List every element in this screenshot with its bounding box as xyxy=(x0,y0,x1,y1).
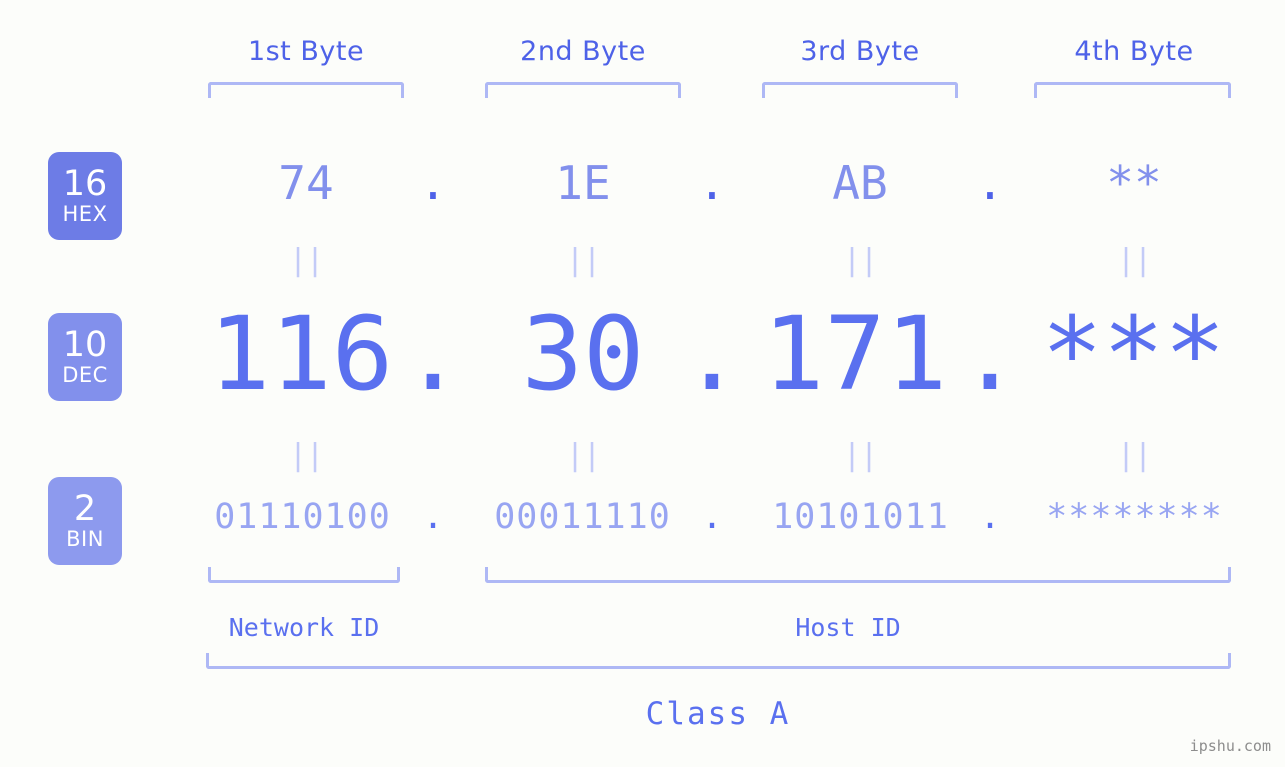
bin-byte-1: 01110100 xyxy=(214,497,391,537)
base-badge-dec-number: 10 xyxy=(62,325,108,365)
class-bracket xyxy=(206,653,1231,669)
host-id-bracket xyxy=(485,567,1231,583)
base-badge-bin-label: BIN xyxy=(66,527,104,551)
bin-separator-1: . xyxy=(422,497,444,537)
equality-mark-hex-dec-1: || xyxy=(288,243,324,278)
hex-byte-3: AB xyxy=(832,156,888,210)
base-badge-hex: 16 HEX xyxy=(48,152,122,240)
hex-byte-2: 1E xyxy=(555,156,611,210)
bin-byte-4: ******** xyxy=(1046,497,1223,537)
bin-separator-3: . xyxy=(979,497,1001,537)
byte-header-3: 3rd Byte xyxy=(800,36,920,67)
bin-byte-2: 00011110 xyxy=(494,497,671,537)
dec-byte-1: 116 xyxy=(208,295,394,414)
byte-bracket-4 xyxy=(1034,82,1231,98)
site-watermark: ipshu.com xyxy=(1189,737,1271,755)
equality-mark-hex-dec-4: || xyxy=(1116,243,1152,278)
network-id-bracket xyxy=(208,567,400,583)
base-badge-hex-label: HEX xyxy=(62,202,108,226)
dec-byte-2: 30 xyxy=(521,295,645,414)
hex-separator-1: . xyxy=(419,156,447,210)
byte-bracket-3 xyxy=(762,82,958,98)
host-id-label: Host ID xyxy=(795,613,901,642)
base-badge-bin: 2 BIN xyxy=(48,477,122,565)
dec-separator-1: . xyxy=(402,295,464,414)
hex-byte-4: ** xyxy=(1106,156,1162,210)
equality-mark-dec-bin-1: || xyxy=(288,438,324,473)
byte-bracket-1 xyxy=(208,82,404,98)
base-badge-hex-number: 16 xyxy=(62,164,108,204)
bin-byte-3: 10101011 xyxy=(772,497,949,537)
byte-header-2: 2nd Byte xyxy=(520,36,646,67)
network-id-label: Network ID xyxy=(228,613,380,642)
dec-byte-4: *** xyxy=(1041,295,1226,414)
equality-mark-dec-bin-2: || xyxy=(565,438,601,473)
equality-mark-dec-bin-4: || xyxy=(1116,438,1152,473)
byte-bracket-2 xyxy=(485,82,681,98)
base-badge-dec: 10 DEC xyxy=(48,313,122,401)
class-label: Class A xyxy=(645,696,791,732)
equality-mark-dec-bin-3: || xyxy=(842,438,878,473)
equality-mark-hex-dec-2: || xyxy=(565,243,601,278)
dec-separator-3: . xyxy=(959,295,1021,414)
ip-address-breakdown-diagram: 1st Byte 2nd Byte 3rd Byte 4th Byte 16 H… xyxy=(0,0,1285,767)
base-badge-dec-label: DEC xyxy=(62,363,108,387)
dec-separator-2: . xyxy=(681,295,743,414)
equality-mark-hex-dec-3: || xyxy=(842,243,878,278)
byte-header-4: 4th Byte xyxy=(1074,36,1194,67)
hex-byte-1: 74 xyxy=(278,156,334,210)
bin-separator-2: . xyxy=(701,497,723,537)
hex-separator-2: . xyxy=(698,156,726,210)
byte-header-1: 1st Byte xyxy=(247,36,365,67)
dec-byte-3: 171 xyxy=(762,295,948,414)
hex-separator-3: . xyxy=(976,156,1004,210)
base-badge-bin-number: 2 xyxy=(73,489,97,529)
